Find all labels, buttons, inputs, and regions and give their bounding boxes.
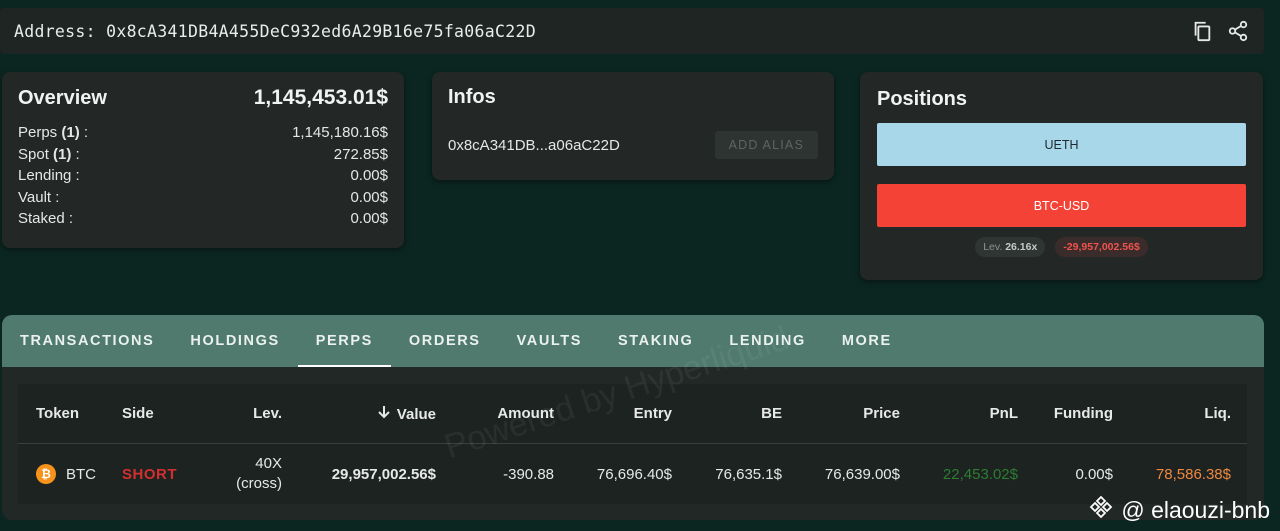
address-bar: Address: 0x8cA341DB4A455DeC932ed6A29B16e… [0, 8, 1264, 54]
credit-badge: @ elaouzi-bnb [1089, 495, 1270, 525]
header-value-label: Value [396, 405, 436, 423]
pnl-badge: -29,957,002.56$ [1055, 237, 1148, 257]
credit-text: @ elaouzi-bnb [1121, 496, 1270, 523]
header-funding[interactable]: Funding [1018, 405, 1113, 422]
binance-logo-icon [1089, 495, 1113, 525]
tab-more[interactable]: MORE [824, 315, 910, 367]
overview-header: Overview 1,145,453.01$ [18, 86, 388, 110]
address-actions [1190, 19, 1250, 43]
cell-entry: 76,696.40$ [596, 465, 672, 483]
overview-row-value: 0.00$ [350, 188, 388, 206]
infos-card: Infos 0x8cA341DB...a06aC22D ADD ALIAS [432, 72, 834, 180]
overview-row-value: 0.00$ [350, 210, 388, 228]
tab-holdings[interactable]: HOLDINGS [172, 315, 297, 367]
cell-pnl: 22,453.02$ [942, 465, 1018, 483]
overview-row: Spot (1) : 272.85$ [18, 144, 388, 166]
infos-row: 0x8cA341DB...a06aC22D ADD ALIAS [448, 131, 818, 159]
leverage-value: 26.16x [1005, 241, 1038, 253]
overview-card: Overview 1,145,453.01$ Perps (1) : 1,145,… [2, 72, 404, 248]
share-icon[interactable] [1226, 19, 1250, 43]
bitcoin-icon: ₿ [36, 464, 56, 484]
cell-price: 76,639.00$ [824, 465, 900, 483]
cell-liq: 78,586.38$ [1155, 465, 1231, 483]
overview-title: Overview [18, 87, 107, 109]
cell-token: ₿ BTC [18, 464, 122, 484]
header-liq[interactable]: Liq. [1113, 405, 1231, 422]
copy-icon[interactable] [1190, 19, 1214, 43]
short-address: 0x8cA341DB...a06aC22D [448, 136, 620, 154]
positions-card: Positions UETH BTC-USD Lev. 26.16x -29,9… [860, 72, 1263, 280]
header-token[interactable]: Token [18, 405, 122, 422]
header-lev[interactable]: Lev. [202, 405, 282, 422]
tab-perps[interactable]: PERPS [297, 315, 392, 367]
table-row[interactable]: ₿ BTC SHORT 40X (cross) 29,957,002.56$ -… [18, 444, 1247, 504]
leverage-label: Lev. [983, 241, 1003, 253]
position-ueth-button[interactable]: UETH [877, 123, 1246, 166]
cell-lev: 40X (cross) [202, 454, 282, 494]
cell-funding: 0.00$ [1075, 465, 1113, 483]
overview-row-label: Vault : [18, 188, 60, 206]
infos-title: Infos [448, 86, 496, 108]
position-badges: Lev. 26.16x -29,957,002.56$ [877, 237, 1246, 257]
tab-transactions[interactable]: TRANSACTIONS [2, 315, 172, 367]
sort-down-arrow-icon [377, 405, 391, 423]
lev-value: 40X [255, 455, 282, 472]
header-side[interactable]: Side [122, 405, 202, 422]
address-label: Address: [14, 21, 96, 41]
lev-mode: (cross) [236, 475, 282, 492]
overview-rows: Perps (1) : 1,145,180.16$ Spot (1) : 272.85… [18, 122, 388, 230]
overview-total: 1,145,453.01$ [253, 86, 388, 109]
details-panel: TRANSACTIONS HOLDINGS PERPS ORDERS VAULTS STA… [2, 315, 1264, 520]
header-pnl[interactable]: PnL [900, 405, 1018, 422]
header-be[interactable]: BE [672, 405, 782, 422]
overview-row: Vault : 0.00$ [18, 187, 388, 209]
overview-row-value: 0.00$ [350, 167, 388, 185]
overview-row: Perps (1) : 1,145,180.16$ [18, 122, 388, 144]
address-value: 0x8cA341DB4A455DeC932ed6A29B16e75fa06aC2… [106, 21, 536, 41]
overview-row-label: Staked : [18, 210, 74, 228]
leverage-badge: Lev. 26.16x [975, 237, 1046, 257]
overview-row-label: Perps (1) : [18, 124, 89, 141]
cell-be: 76,635.1$ [715, 465, 782, 483]
header-price[interactable]: Price [782, 405, 900, 422]
header-value[interactable]: Value [282, 405, 436, 423]
positions-title: Positions [877, 88, 968, 110]
address-display: Address: 0x8cA341DB4A455DeC932ed6A29B16e… [14, 22, 536, 41]
cell-amount: -390.88 [503, 465, 554, 483]
token-name: BTC [66, 465, 96, 483]
tab-bar: TRANSACTIONS HOLDINGS PERPS ORDERS VAULTS STA… [2, 315, 1264, 367]
add-alias-button[interactable]: ADD ALIAS [714, 131, 818, 159]
cell-value: 29,957,002.56$ [331, 465, 436, 483]
position-btc-usd-button[interactable]: BTC-USD [877, 184, 1246, 227]
tab-orders[interactable]: ORDERS [391, 315, 499, 367]
overview-row-value: 1,145,180.16$ [292, 124, 388, 141]
tab-vaults[interactable]: VAULTS [499, 315, 600, 367]
cell-side: SHORT [122, 465, 177, 483]
overview-row-label: Spot (1) : [18, 145, 80, 163]
overview-row-label: Lending : [18, 167, 80, 185]
overview-row: Lending : 0.00$ [18, 165, 388, 187]
overview-row: Staked : 0.00$ [18, 208, 388, 230]
overview-row-value: 272.85$ [333, 145, 388, 163]
